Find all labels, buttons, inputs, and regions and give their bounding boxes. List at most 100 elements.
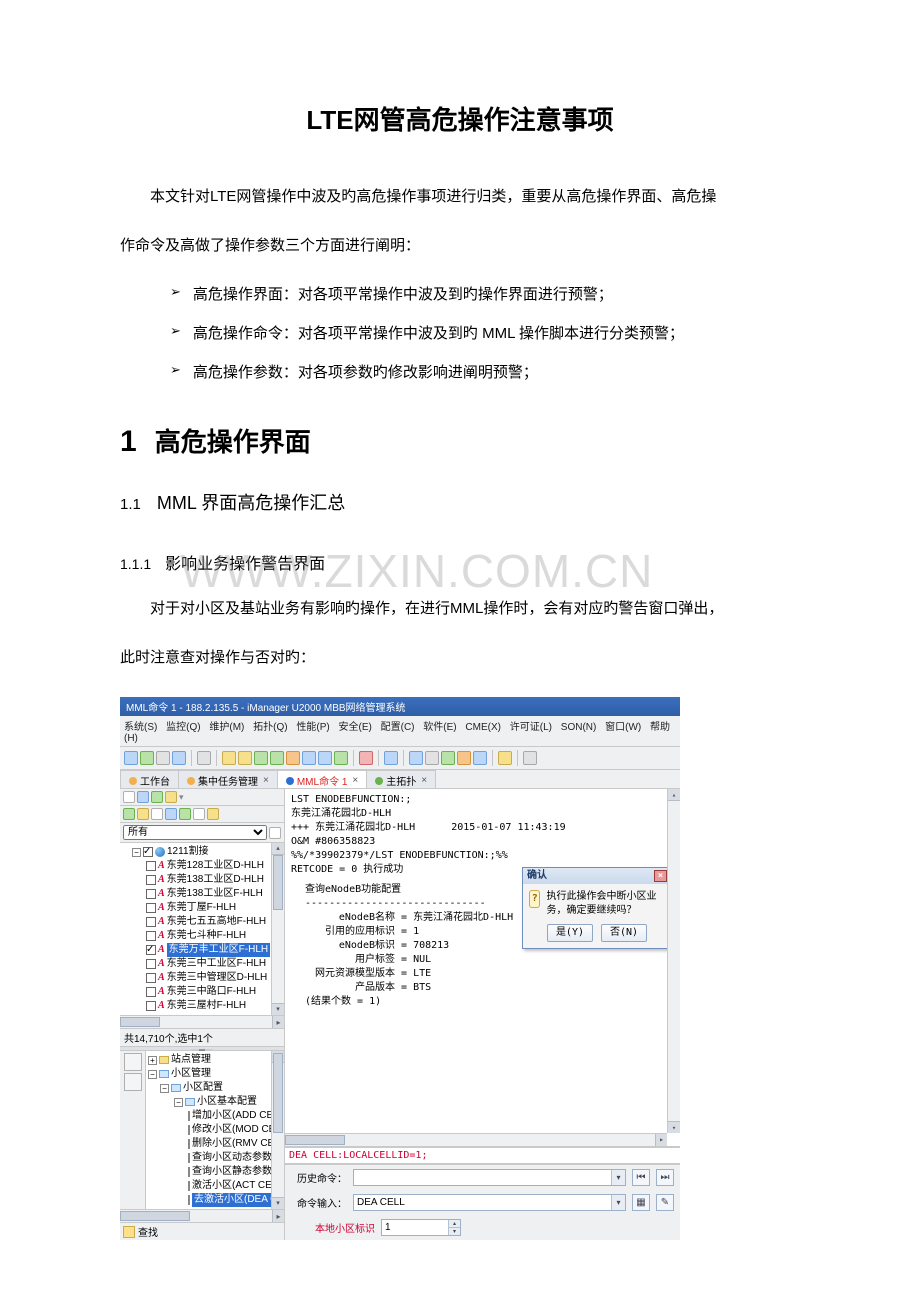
toolbar-icon[interactable]	[384, 751, 398, 765]
toolbar-icon[interactable]	[318, 751, 332, 765]
tree-item[interactable]: A东莞七斗种F-HLH	[122, 929, 284, 943]
toolbar-icon[interactable]	[359, 751, 373, 765]
filter-select[interactable]: 所有	[123, 825, 267, 840]
spin-up-icon[interactable]: ▴	[448, 1220, 460, 1228]
assist-button[interactable]: ✎	[656, 1194, 674, 1211]
dialog-close-icon[interactable]: ×	[654, 870, 667, 882]
expand-icon[interactable]: +	[148, 1056, 157, 1065]
checkbox[interactable]	[146, 945, 156, 955]
toolbar-icon[interactable]	[156, 751, 170, 765]
expand-icon[interactable]: −	[174, 1098, 183, 1107]
tree-item[interactable]: A东莞三中管理区D-HLH	[122, 971, 284, 985]
cfg-leaf[interactable]: 查询小区静态参数(LST C	[148, 1165, 282, 1179]
tree-item[interactable]: A东莞128工业区D-HLH	[122, 859, 284, 873]
tree-item[interactable]: A东莞三中路口F-HLH	[122, 985, 284, 999]
param-spinner[interactable]: ▴ ▾	[381, 1219, 461, 1236]
scroll-thumb[interactable]	[273, 855, 283, 910]
vertical-scrollbar[interactable]: ▴ ▾	[271, 843, 284, 1015]
scroll-right-icon[interactable]: ▸	[655, 1134, 667, 1146]
tree-item[interactable]: A东莞三中工业区F-HLH	[122, 957, 284, 971]
checkbox[interactable]	[146, 903, 156, 913]
checkbox[interactable]	[146, 987, 156, 997]
tree-item[interactable]: A东莞138工业区F-HLH	[122, 887, 284, 901]
toolbar-icon[interactable]	[441, 751, 455, 765]
horizontal-scrollbar[interactable]: ▸	[120, 1015, 284, 1028]
toolbar-icon[interactable]	[165, 808, 177, 820]
checkbox[interactable]	[146, 973, 156, 983]
spin-down-icon[interactable]: ▾	[448, 1228, 460, 1235]
menu-item[interactable]: 窗口(W)	[605, 722, 641, 733]
vertical-scrollbar[interactable]: ▴ ▾	[271, 1051, 284, 1209]
cfg-node[interactable]: −小区配置	[148, 1081, 282, 1095]
toolbar-icon[interactable]	[286, 751, 300, 765]
menu-item[interactable]: 许可证(L)	[510, 722, 552, 733]
toolbar-icon[interactable]	[137, 808, 149, 820]
cfg-leaf[interactable]: 修改小区(MOD CELL)	[148, 1123, 282, 1137]
tree-item[interactable]: A东莞万丰工业区F-HLH	[122, 943, 284, 957]
checkbox[interactable]	[143, 847, 153, 857]
cfg-node[interactable]: −小区管理	[148, 1067, 282, 1081]
toolbar-icon[interactable]	[123, 808, 135, 820]
menu-item[interactable]: 性能(P)	[296, 722, 329, 733]
scroll-down-icon[interactable]: ▾	[668, 1121, 680, 1133]
toolbar-icon[interactable]	[151, 791, 163, 803]
toolbar-icon[interactable]	[207, 808, 219, 820]
toolbar-icon[interactable]	[137, 791, 149, 803]
checkbox[interactable]	[146, 861, 156, 871]
checkbox[interactable]	[146, 917, 156, 927]
toolbar-icon[interactable]	[140, 751, 154, 765]
dropdown-icon[interactable]: ▾	[179, 792, 184, 803]
toolbar-icon[interactable]	[498, 751, 512, 765]
tab-close-icon[interactable]: ×	[263, 775, 269, 786]
toolbar-icon[interactable]	[523, 751, 537, 765]
scroll-thumb[interactable]	[120, 1017, 160, 1027]
no-button[interactable]: 否(N)	[601, 924, 647, 942]
tab-close-icon[interactable]: ×	[352, 775, 358, 786]
toolbar-icon[interactable]	[172, 751, 186, 765]
toolbar-icon[interactable]	[124, 751, 138, 765]
toolbar-icon[interactable]	[123, 791, 135, 803]
tab-mml[interactable]: MML命令 1 ×	[277, 770, 367, 788]
toolbar-icon[interactable]	[409, 751, 423, 765]
horizontal-scrollbar[interactable]: ▸	[285, 1133, 667, 1146]
menu-item[interactable]: CME(X)	[465, 722, 501, 733]
side-button[interactable]	[124, 1053, 142, 1071]
toolbar-icon[interactable]	[197, 751, 211, 765]
toolbar-icon[interactable]	[302, 751, 316, 765]
scroll-thumb[interactable]	[273, 1053, 283, 1133]
menu-item[interactable]: 维护(M)	[209, 722, 244, 733]
execute-button[interactable]: ▦	[632, 1194, 650, 1211]
cmd-input[interactable]: DEA CELL ▾	[353, 1194, 626, 1211]
scroll-up-icon[interactable]: ▴	[272, 843, 284, 855]
cfg-leaf[interactable]: 激活小区(ACT CELL)	[148, 1179, 282, 1193]
toolbar-icon[interactable]	[254, 751, 268, 765]
toolbar-icon[interactable]	[165, 791, 177, 803]
toolbar-icon[interactable]	[473, 751, 487, 765]
tree-item[interactable]: A东莞138工业区D-HLH	[122, 873, 284, 887]
expand-icon[interactable]: −	[160, 1084, 169, 1093]
horizontal-scrollbar[interactable]: ▸	[120, 1209, 284, 1222]
checkbox[interactable]	[146, 875, 156, 885]
tab-topology[interactable]: 主拓扑 ×	[366, 770, 436, 788]
scroll-right-icon[interactable]: ▸	[272, 1210, 284, 1222]
toolbar-icon[interactable]	[179, 808, 191, 820]
menu-item[interactable]: 配置(C)	[381, 722, 415, 733]
tree-item[interactable]: A东莞三屋村F-HLH	[122, 999, 284, 1013]
scroll-up-icon[interactable]: ▴	[668, 789, 680, 801]
scroll-thumb[interactable]	[285, 1135, 345, 1145]
checkbox[interactable]	[146, 889, 156, 899]
dialog-titlebar[interactable]: 确认 ×	[523, 868, 671, 884]
menu-item[interactable]: 拓扑(Q)	[253, 722, 287, 733]
prev-button[interactable]: ⏮	[632, 1169, 650, 1186]
menu-item[interactable]: 系统(S)	[124, 722, 157, 733]
scroll-down-icon[interactable]: ▾	[272, 1003, 284, 1015]
toolbar-icon[interactable]	[270, 751, 284, 765]
toolbar-icon[interactable]	[425, 751, 439, 765]
side-button[interactable]	[124, 1073, 142, 1091]
cfg-leaf[interactable]: 删除小区(RMV CELL)	[148, 1137, 282, 1151]
tab-workbench[interactable]: 工作台	[120, 770, 179, 788]
toolbar-icon[interactable]	[457, 751, 471, 765]
toolbar-icon[interactable]	[238, 751, 252, 765]
checkbox[interactable]	[146, 959, 156, 969]
scroll-down-icon[interactable]: ▾	[272, 1197, 284, 1209]
